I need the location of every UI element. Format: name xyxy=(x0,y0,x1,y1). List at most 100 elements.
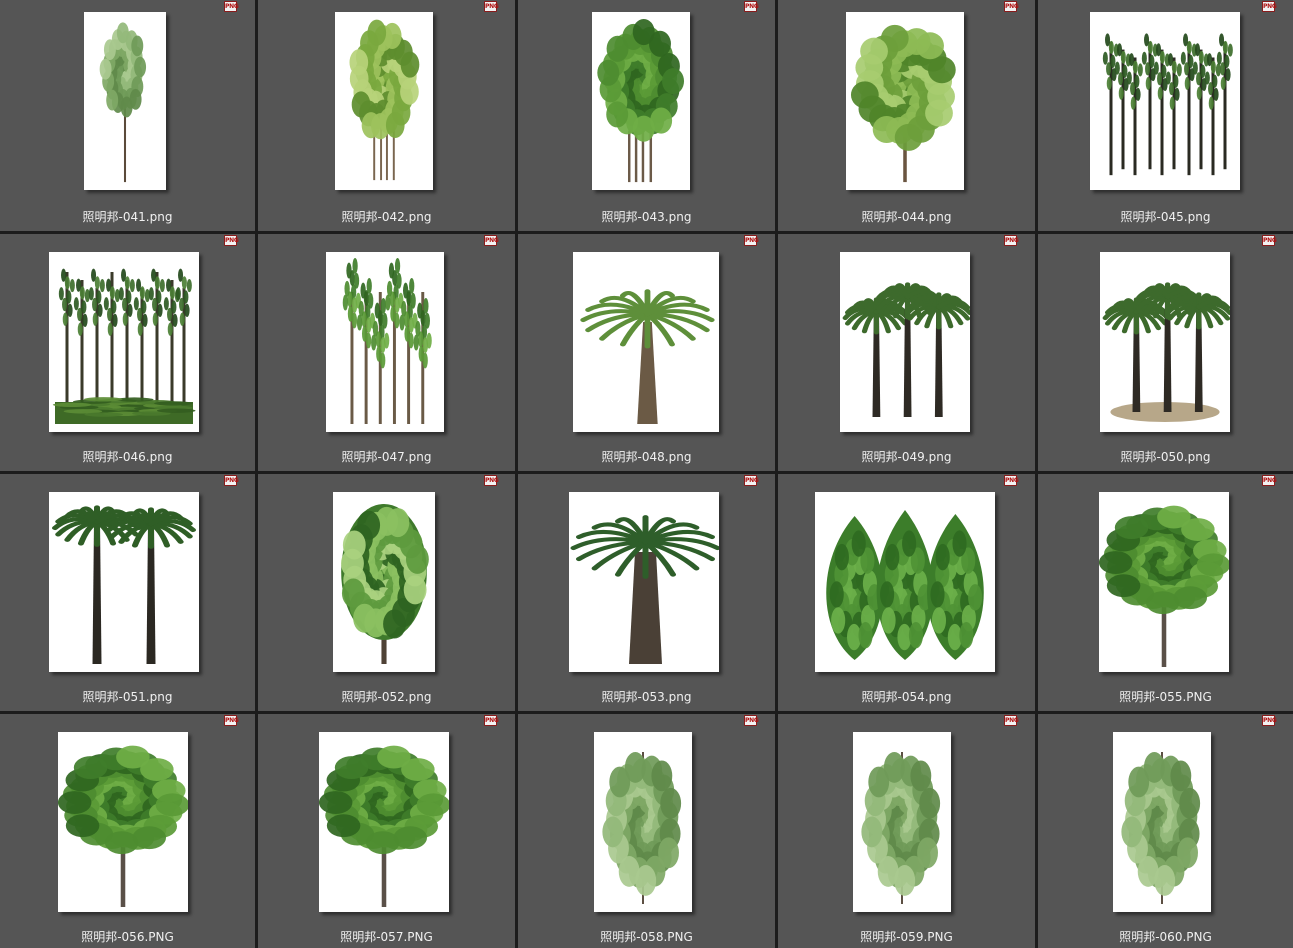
file-tile[interactable]: PNG 照明邦-059.PNG xyxy=(778,714,1035,948)
file-tile[interactable]: PNG 照明邦-043.png xyxy=(518,0,775,231)
file-name-label: 照明邦-060.PNG xyxy=(1119,930,1212,944)
file-thumbnail[interactable] xyxy=(594,732,692,912)
bamboo-hedge-icon xyxy=(49,252,199,432)
file-name-label: 照明邦-044.png xyxy=(861,210,952,224)
file-thumbnail[interactable] xyxy=(573,252,719,432)
round-tree-icon xyxy=(58,732,188,912)
palm-trio-icon xyxy=(840,252,970,432)
cypress-trio-icon xyxy=(815,492,995,672)
file-tile[interactable]: PNG 照明邦-048.png xyxy=(518,234,775,471)
png-badge-icon: PNG xyxy=(1262,475,1277,486)
png-badge-icon: PNG xyxy=(484,1,499,12)
file-name-label: 照明邦-054.png xyxy=(861,690,952,704)
fan-palm-icon xyxy=(569,492,719,672)
round-tree-icon xyxy=(319,732,449,912)
file-tile[interactable]: PNG 照明邦-042.png xyxy=(258,0,515,231)
file-name-label: 照明邦-053.png xyxy=(601,690,692,704)
file-thumbnail[interactable] xyxy=(58,732,188,912)
file-name-label: 照明邦-059.PNG xyxy=(860,930,953,944)
file-thumbnail[interactable] xyxy=(335,12,433,190)
file-thumbnail[interactable] xyxy=(569,492,719,672)
png-badge-icon: PNG xyxy=(484,715,499,726)
slender-tree-group-icon xyxy=(326,252,444,432)
file-thumbnail[interactable] xyxy=(1113,732,1211,912)
file-thumbnail[interactable] xyxy=(1090,12,1240,190)
file-name-label: 照明邦-051.png xyxy=(82,690,173,704)
file-name-label: 照明邦-049.png xyxy=(861,450,952,464)
file-tile[interactable]: PNG 照明邦-056.PNG xyxy=(0,714,255,948)
file-name-label: 照明邦-050.png xyxy=(1120,450,1211,464)
file-tile[interactable]: PNG 照明邦-057.PNG xyxy=(258,714,515,948)
file-tile[interactable]: PNG 照明邦-051.png xyxy=(0,474,255,711)
png-badge-icon: PNG xyxy=(1004,475,1019,486)
png-badge-icon: PNG xyxy=(484,235,499,246)
file-thumbnail[interactable] xyxy=(592,12,690,190)
png-badge-icon: PNG xyxy=(744,1,759,12)
file-tile[interactable]: PNG 照明邦-054.png xyxy=(778,474,1035,711)
png-badge-icon: PNG xyxy=(224,715,239,726)
bamboo-group-icon xyxy=(1090,12,1240,190)
file-tile[interactable]: PNG 照明邦-053.png xyxy=(518,474,775,711)
file-name-label: 照明邦-046.png xyxy=(82,450,173,464)
png-badge-icon: PNG xyxy=(1004,715,1019,726)
file-name-label: 照明邦-047.png xyxy=(341,450,432,464)
png-badge-icon: PNG xyxy=(744,475,759,486)
file-name-label: 照明邦-055.PNG xyxy=(1119,690,1212,704)
file-tile[interactable]: PNG 照明邦-041.png xyxy=(0,0,255,231)
branchy-tree-icon xyxy=(846,12,964,190)
png-badge-icon: PNG xyxy=(224,1,239,12)
png-badge-icon: PNG xyxy=(484,475,499,486)
png-badge-icon: PNG xyxy=(1004,235,1019,246)
file-thumbnail[interactable] xyxy=(319,732,449,912)
file-thumbnail-grid: PNG 照明邦-041.png PNG 照明邦-042.png PNG 照明邦-043.p… xyxy=(0,0,1293,948)
file-thumbnail[interactable] xyxy=(333,492,435,672)
file-thumbnail[interactable] xyxy=(1099,492,1229,672)
file-name-label: 照明邦-052.png xyxy=(341,690,432,704)
file-name-label: 照明邦-058.PNG xyxy=(600,930,693,944)
sparse-tree-icon xyxy=(853,732,951,912)
png-badge-icon: PNG xyxy=(1262,715,1277,726)
file-thumbnail[interactable] xyxy=(846,12,964,190)
file-tile[interactable]: PNG 照明邦-052.png xyxy=(258,474,515,711)
bushy-tree-icon xyxy=(592,12,690,190)
file-thumbnail[interactable] xyxy=(1100,252,1230,432)
topiary-tree-icon xyxy=(333,492,435,672)
palm-trio-ground-icon xyxy=(1100,252,1230,432)
file-thumbnail[interactable] xyxy=(815,492,995,672)
png-badge-icon: PNG xyxy=(1004,1,1019,12)
file-name-label: 照明邦-056.PNG xyxy=(81,930,174,944)
file-thumbnail[interactable] xyxy=(840,252,970,432)
file-name-label: 照明邦-043.png xyxy=(601,210,692,224)
png-badge-icon: PNG xyxy=(224,475,239,486)
date-palm-icon xyxy=(573,252,719,432)
file-name-label: 照明邦-045.png xyxy=(1120,210,1211,224)
png-badge-icon: PNG xyxy=(744,235,759,246)
file-tile[interactable]: PNG 照明邦-044.png xyxy=(778,0,1035,231)
file-thumbnail[interactable] xyxy=(326,252,444,432)
file-thumbnail[interactable] xyxy=(49,252,199,432)
file-tile[interactable]: PNG 照明邦-046.png xyxy=(0,234,255,471)
sparse-tree-icon xyxy=(1113,732,1211,912)
file-name-label: 照明邦-042.png xyxy=(341,210,432,224)
file-tile[interactable]: PNG 照明邦-047.png xyxy=(258,234,515,471)
sparse-tree-icon xyxy=(594,732,692,912)
file-tile[interactable]: PNG 照明邦-058.PNG xyxy=(518,714,775,948)
png-badge-icon: PNG xyxy=(224,235,239,246)
multi-trunk-tree-icon xyxy=(335,12,433,190)
file-tile[interactable]: PNG 照明邦-045.png xyxy=(1038,0,1293,231)
file-tile[interactable]: PNG 照明邦-049.png xyxy=(778,234,1035,471)
file-tile[interactable]: PNG 照明邦-060.PNG xyxy=(1038,714,1293,948)
file-name-label: 照明邦-048.png xyxy=(601,450,692,464)
png-badge-icon: PNG xyxy=(744,715,759,726)
round-tree-icon xyxy=(1099,492,1229,672)
file-tile[interactable]: PNG 照明邦-050.png xyxy=(1038,234,1293,471)
tall-tree-icon xyxy=(84,12,166,190)
file-thumbnail[interactable] xyxy=(84,12,166,190)
file-thumbnail[interactable] xyxy=(49,492,199,672)
palm-pair-icon xyxy=(49,492,199,672)
png-badge-icon: PNG xyxy=(1262,235,1277,246)
file-name-label: 照明邦-057.PNG xyxy=(340,930,433,944)
file-name-label: 照明邦-041.png xyxy=(82,210,173,224)
file-tile[interactable]: PNG 照明邦-055.PNG xyxy=(1038,474,1293,711)
file-thumbnail[interactable] xyxy=(853,732,951,912)
